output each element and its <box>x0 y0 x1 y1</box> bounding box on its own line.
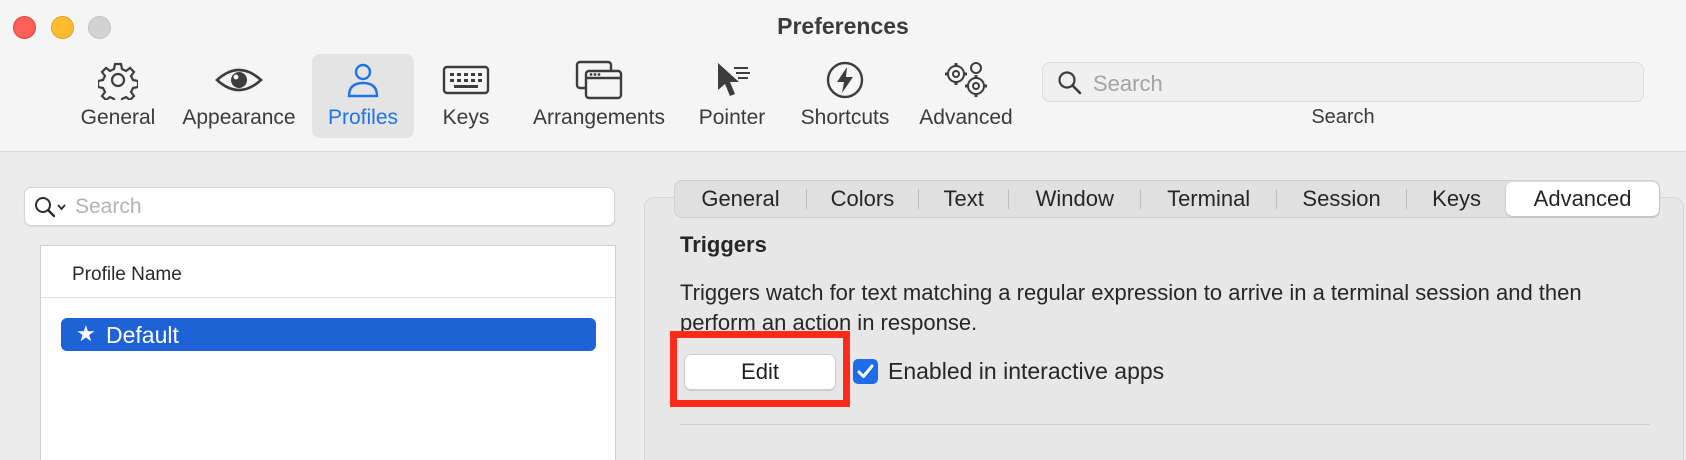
profile-column-header[interactable]: Profile Name <box>41 246 615 298</box>
triggers-heading: Triggers <box>680 232 767 257</box>
profile-table: Profile Name ★ Default <box>40 245 616 460</box>
window-arrangement-icon <box>574 60 624 100</box>
gears-icon <box>940 60 992 100</box>
toolbar-general-label: General <box>80 106 156 129</box>
toolbar-advanced[interactable]: Advanced <box>916 54 1016 138</box>
toolbar-profiles[interactable]: Profiles <box>312 54 414 138</box>
checkmark-icon <box>857 364 874 378</box>
toolbar-general[interactable]: General <box>72 54 164 138</box>
tab-colors[interactable]: Colors <box>807 182 918 216</box>
search-options-icon <box>33 195 69 226</box>
toolbar-profiles-label: Profiles <box>327 106 399 129</box>
toolbar-keys-label: Keys <box>442 106 490 129</box>
toolbar-pointer-label: Pointer <box>698 106 766 129</box>
profile-search-placeholder: Search <box>75 195 142 218</box>
tab-window[interactable]: Window <box>1009 182 1140 216</box>
toolbar-arrangements[interactable]: Arrangements <box>528 54 670 138</box>
tab-terminal[interactable]: Terminal <box>1141 182 1276 216</box>
profile-column-header-label: Profile Name <box>72 264 182 285</box>
tab-keys[interactable]: Keys <box>1407 182 1506 216</box>
toolbar-appearance-label: Appearance <box>182 106 296 129</box>
toolbar-appearance[interactable]: Appearance <box>176 54 302 138</box>
preferences-window: Preferences General Appearance Profiles … <box>0 0 1686 460</box>
toolbar: Preferences General Appearance Profiles … <box>0 0 1686 152</box>
highlight-annotation-box <box>670 331 850 407</box>
keyboard-icon <box>442 60 490 100</box>
tab-advanced[interactable]: Advanced <box>1506 182 1659 216</box>
toolbar-shortcuts-label: Shortcuts <box>800 106 890 129</box>
settings-tab-bar: General Colors Text Window Terminal Sess… <box>674 180 1660 218</box>
toolbar-search-field[interactable]: Search <box>1042 62 1644 102</box>
profile-row-default[interactable]: ★ Default <box>61 318 596 351</box>
toolbar-arrangements-label: Arrangements <box>533 106 665 129</box>
star-icon: ★ <box>76 321 96 346</box>
tab-text[interactable]: Text <box>919 182 1008 216</box>
toolbar-search-placeholder: Search <box>1093 71 1163 96</box>
toolbar-shortcuts[interactable]: Shortcuts <box>794 54 896 138</box>
search-icon <box>1057 70 1083 101</box>
gear-icon <box>98 60 138 100</box>
tab-general[interactable]: General <box>675 182 806 216</box>
window-title: Preferences <box>777 13 909 39</box>
eye-icon <box>214 60 264 100</box>
profile-name: Default <box>106 322 179 348</box>
person-icon <box>343 60 383 100</box>
toolbar-advanced-label: Advanced <box>919 106 1013 129</box>
enabled-interactive-apps-checkbox[interactable] <box>853 359 878 384</box>
lightning-icon <box>825 60 865 100</box>
triggers-description: Triggers watch for text matching a regul… <box>680 280 1582 335</box>
profile-search-field[interactable]: Search <box>24 187 615 226</box>
toolbar-keys[interactable]: Keys <box>428 54 504 138</box>
toolbar-pointer[interactable]: Pointer <box>690 54 774 138</box>
enabled-interactive-apps-label: Enabled in interactive apps <box>888 358 1165 384</box>
pointer-icon <box>712 60 752 100</box>
tab-session[interactable]: Session <box>1277 182 1406 216</box>
toolbar-search-label: Search <box>1311 106 1375 128</box>
section-divider <box>680 424 1650 425</box>
